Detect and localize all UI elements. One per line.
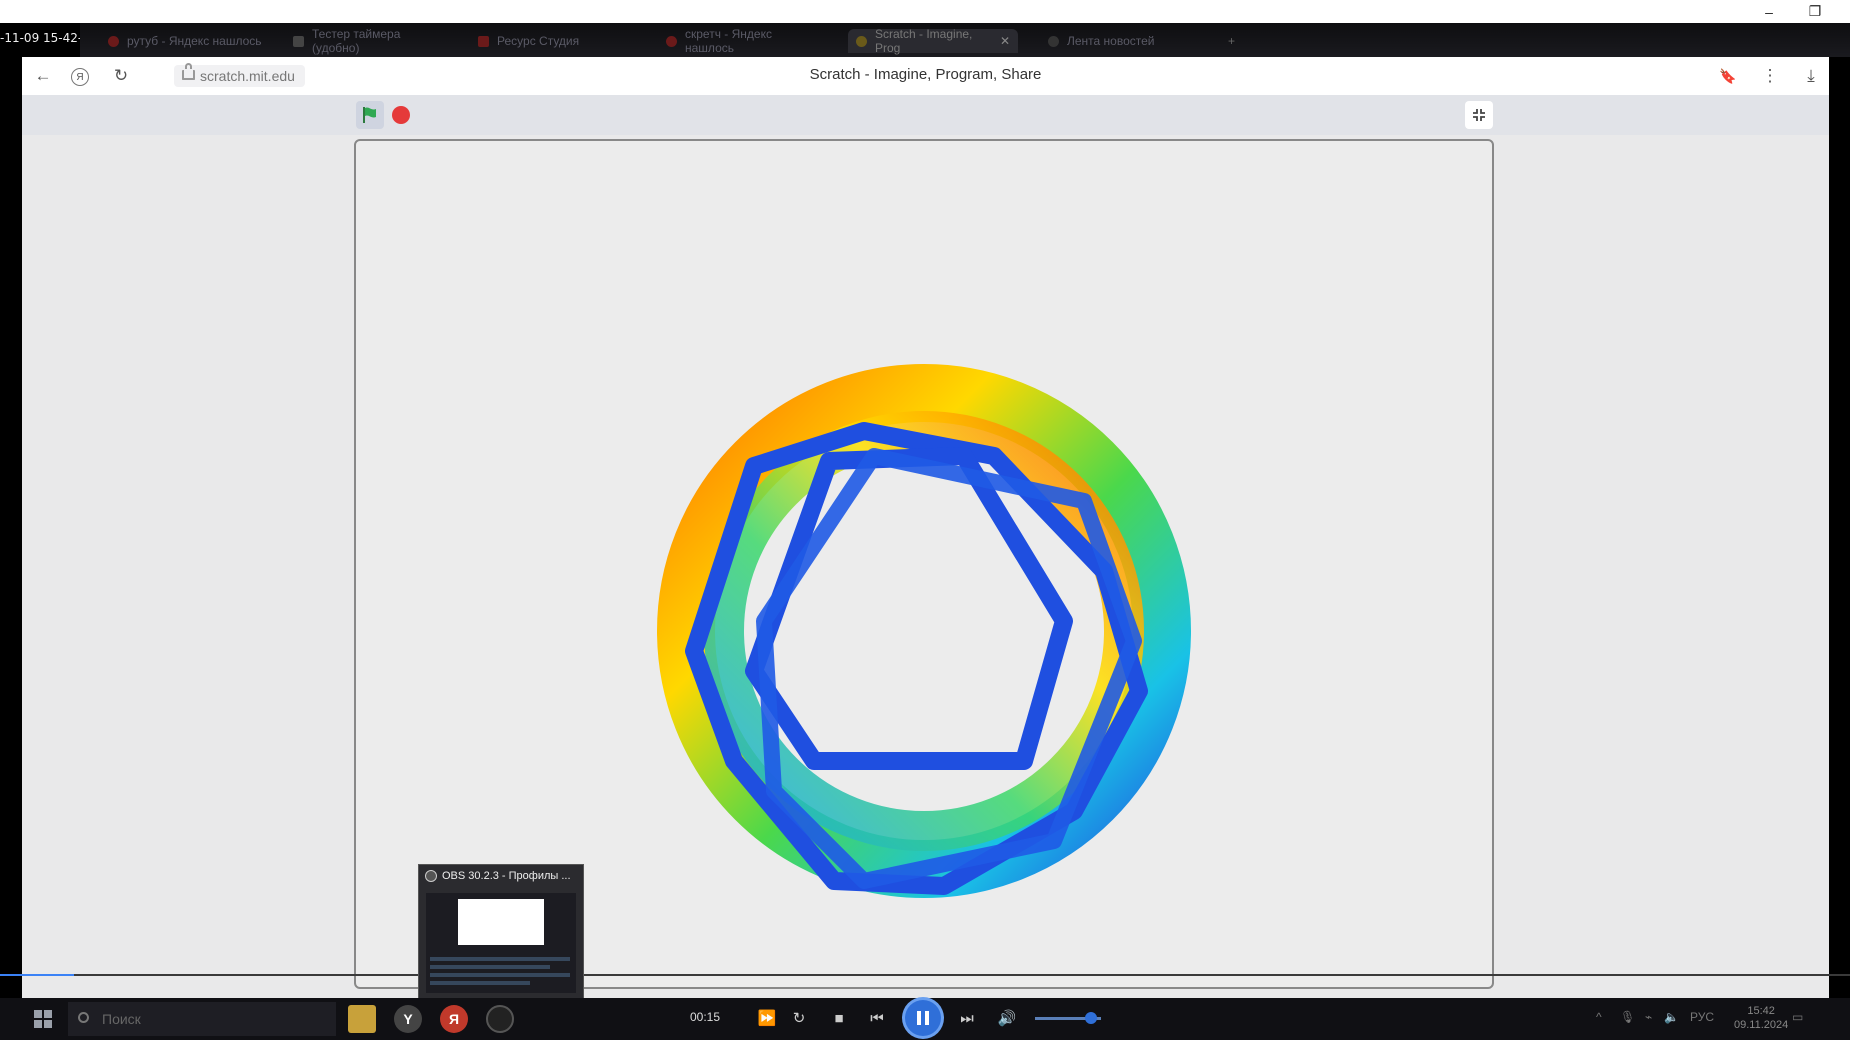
- browser-toolbar: ← Я ↻ scratch.mit.edu Scratch - Imagine,…: [22, 57, 1829, 96]
- yandex-icon[interactable]: Я: [440, 1005, 468, 1033]
- favicon-icon: [293, 35, 304, 47]
- exit-fullscreen-button[interactable]: [1465, 101, 1493, 129]
- close-tab-icon[interactable]: ✕: [1000, 34, 1010, 48]
- tab-item[interactable]: скретч - Яндекс нашлось: [658, 27, 828, 55]
- stage-header: [22, 95, 1829, 135]
- favicon-icon: [666, 35, 677, 47]
- bookmark-icon[interactable]: 🔖: [1715, 63, 1741, 89]
- media-player-controls: 00:15 ⏩ ↻ ■ ⏮ ⏭ 🔊: [690, 1000, 1120, 1036]
- volume-tray-icon[interactable]: 🔈: [1664, 1010, 1679, 1024]
- minimize-button[interactable]: –: [1746, 0, 1792, 23]
- download-icon[interactable]: ⤓: [1798, 63, 1824, 89]
- search-icon: [78, 1012, 89, 1023]
- obs-preview-image: [426, 893, 576, 993]
- restore-button[interactable]: ❐: [1792, 0, 1838, 23]
- speed-icon[interactable]: ⏩: [755, 1000, 779, 1036]
- scratch-page: [22, 95, 1829, 998]
- exit-fullscreen-icon: [1473, 109, 1485, 121]
- tray-chevron-icon[interactable]: ^: [1596, 1010, 1602, 1024]
- tab-item[interactable]: Ресурс Студия: [470, 29, 620, 53]
- obs-app-icon[interactable]: [486, 1005, 514, 1033]
- tab-strip: рутуб - Яндекс нашлось Тестер таймера (у…: [80, 23, 1850, 57]
- obs-preview-title: OBS 30.2.3 - Профилы ...: [425, 870, 571, 882]
- video-progress-fill: [0, 974, 74, 976]
- favicon-icon: [478, 35, 489, 47]
- repeat-icon[interactable]: ↻: [787, 1000, 811, 1036]
- video-progress-bar[interactable]: [0, 974, 1850, 976]
- yandex-browser-icon[interactable]: Y: [394, 1005, 422, 1033]
- stop-playback-icon[interactable]: ■: [827, 1000, 851, 1036]
- network-icon[interactable]: ⌁: [1645, 1010, 1652, 1024]
- new-tab-button[interactable]: +: [1220, 29, 1250, 53]
- tab-item[interactable]: рутуб - Яндекс нашлось: [100, 29, 270, 53]
- tab-item-active[interactable]: Scratch - Imagine, Prog ✕: [848, 27, 1018, 55]
- pause-button[interactable]: [905, 1000, 941, 1036]
- file-explorer-icon[interactable]: [348, 1005, 376, 1033]
- obs-taskbar-preview[interactable]: OBS 30.2.3 - Профилы ...: [418, 864, 584, 1000]
- start-icon[interactable]: [34, 1010, 52, 1028]
- blue-triangle-outline: [745, 447, 1073, 770]
- taskbar-search[interactable]: Поиск: [68, 1002, 336, 1036]
- language-indicator[interactable]: РУС: [1690, 1010, 1714, 1024]
- volume-icon[interactable]: 🔊: [995, 1000, 1019, 1036]
- volume-slider-knob[interactable]: [1085, 1012, 1098, 1024]
- playback-time: 00:15: [690, 1010, 721, 1024]
- favicon-icon: [1048, 35, 1059, 47]
- scratch-stage[interactable]: [354, 139, 1494, 989]
- favicon-icon: [856, 35, 867, 47]
- favicon-icon: [108, 35, 119, 47]
- preview-window: [458, 899, 544, 945]
- notifications-icon[interactable]: ▭: [1792, 1010, 1803, 1024]
- tab-item[interactable]: Лента новостей: [1040, 29, 1205, 53]
- tab-item[interactable]: Тестер таймера (удобно): [285, 27, 450, 55]
- obs-icon: [425, 870, 437, 882]
- previous-icon[interactable]: ⏮: [862, 1000, 892, 1036]
- next-icon[interactable]: ⏭: [952, 1000, 982, 1036]
- rainbow-ring-drawing: [657, 364, 1191, 898]
- microphone-icon[interactable]: 🎙: [1620, 1010, 1635, 1024]
- os-titlebar: – ❐: [0, 0, 1850, 23]
- system-clock[interactable]: 15:42 09.11.2024: [1734, 1004, 1788, 1032]
- page-title: Scratch - Imagine, Program, Share: [809, 66, 1042, 83]
- menu-icon[interactable]: ⋮: [1757, 63, 1783, 89]
- green-flag-button[interactable]: [356, 101, 384, 129]
- stop-button[interactable]: [392, 106, 410, 124]
- green-flag-icon: [363, 107, 376, 123]
